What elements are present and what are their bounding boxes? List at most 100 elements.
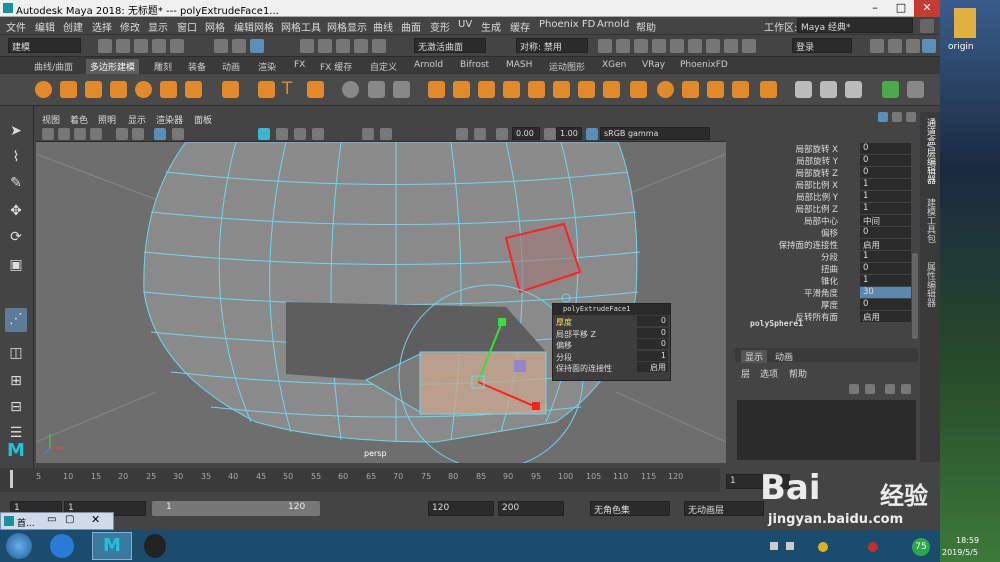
single-view-icon[interactable]: ◫ <box>5 342 27 364</box>
isolate-select-icon[interactable] <box>380 128 392 140</box>
bevel-icon[interactable] <box>553 81 570 98</box>
color-management-icon[interactable] <box>586 128 598 140</box>
menu-help[interactable]: 帮助 <box>636 19 656 34</box>
vp-menu-renderer[interactable]: 渲染器 <box>156 113 183 126</box>
current-time-marker[interactable] <box>10 470 13 488</box>
shelf-tab-vray[interactable]: VRay <box>638 59 669 71</box>
mirror-icon[interactable] <box>453 81 470 98</box>
minimize-button[interactable]: – <box>862 0 888 17</box>
select-tool-icon[interactable]: ➤ <box>5 120 27 142</box>
cb-value[interactable]: 1 <box>860 275 911 286</box>
cb-settings-icon[interactable] <box>892 112 902 122</box>
vp-menu-lighting[interactable]: 照明 <box>98 113 116 126</box>
super-shape-icon[interactable] <box>258 81 275 98</box>
four-view-icon[interactable]: ⊞ <box>5 370 27 392</box>
layer-tab-display[interactable]: 显示 <box>741 350 768 363</box>
xray-icon[interactable] <box>456 128 468 140</box>
soft-select-icon[interactable] <box>845 81 862 98</box>
hypershade-icon[interactable] <box>652 39 666 53</box>
undo-icon[interactable] <box>152 39 166 53</box>
channel-box-scrollbar[interactable] <box>912 253 918 339</box>
shaded-icon[interactable] <box>258 128 270 140</box>
move-tool-icon[interactable]: ✥ <box>5 200 27 222</box>
poly-disc-icon[interactable] <box>185 81 202 98</box>
shelf-tab-motion-graphics[interactable]: 运动图形 <box>545 59 589 74</box>
tray-icon[interactable] <box>868 542 878 552</box>
popup-close-button[interactable]: ✕ <box>91 513 100 526</box>
select-hierarchy-icon[interactable] <box>214 39 228 53</box>
manip-plane-handle[interactable] <box>514 360 526 372</box>
exposure-field[interactable]: 0.00 <box>512 127 540 140</box>
vp-menu-view[interactable]: 视图 <box>42 113 60 126</box>
gamma-icon[interactable] <box>544 128 556 140</box>
sculpt-icon[interactable] <box>820 81 837 98</box>
shelf-tab-sculpt[interactable]: 雕刻 <box>150 59 176 74</box>
merge-icon[interactable] <box>393 81 410 98</box>
cb-row[interactable]: 平滑角度 30 <box>728 287 918 299</box>
last-tool-icon[interactable]: ⋰ <box>5 308 27 332</box>
menu-deform[interactable]: 变形 <box>430 19 450 34</box>
attribute-editor-icon[interactable] <box>888 39 902 53</box>
quad-draw-icon[interactable] <box>707 81 724 98</box>
menu-file[interactable]: 文件 <box>6 19 26 34</box>
slide-edge-icon[interactable] <box>732 81 749 98</box>
vp-menu-show[interactable]: 显示 <box>128 113 146 126</box>
tray-badge[interactable]: 75 <box>912 538 930 556</box>
menuset-dropdown[interactable]: 建模 <box>8 38 81 53</box>
cb-row[interactable]: 分段 1 <box>728 251 918 263</box>
extrude-icon[interactable] <box>503 81 520 98</box>
vp-menu-shading[interactable]: 着色 <box>70 113 88 126</box>
menu-mesh[interactable]: 网格 <box>205 19 225 34</box>
popup-restore-button[interactable]: ▢ <box>65 514 74 525</box>
cb-value[interactable]: 30 <box>860 287 911 298</box>
folder-icon[interactable] <box>954 8 976 38</box>
bridge-icon[interactable] <box>528 81 545 98</box>
ipr-render-icon[interactable] <box>616 39 630 53</box>
channel-box-icon[interactable] <box>922 39 936 53</box>
cb-value[interactable]: 1 <box>860 203 911 214</box>
cb-row[interactable]: 局部旋转 Z 0 <box>728 167 918 179</box>
workspace-dropdown[interactable]: Maya 经典* <box>797 18 913 33</box>
fw-value[interactable]: 1 <box>637 350 668 361</box>
tray-icon[interactable] <box>818 542 828 552</box>
cb-row[interactable]: 厚度 0 <box>728 299 918 311</box>
select-component-icon[interactable] <box>250 39 264 53</box>
target-weld-icon[interactable] <box>657 81 674 98</box>
fill-hole-icon[interactable] <box>578 81 595 98</box>
time-slider[interactable]: 5 10 15 20 25 30 35 40 45 50 55 60 65 70… <box>0 468 720 492</box>
shelf-tab-animation[interactable]: 动画 <box>218 59 244 74</box>
shelf-tab-fx-cache[interactable]: FX 缓存 <box>316 59 356 74</box>
cb-row[interactable]: 局部比例 Y 1 <box>728 191 918 203</box>
render-settings-icon[interactable] <box>634 39 648 53</box>
poly-plane-icon[interactable] <box>160 81 177 98</box>
shelf-tab-xgen[interactable]: XGen <box>598 59 630 71</box>
range-slider[interactable]: 1 120 <box>152 501 320 516</box>
menu-cache[interactable]: 缓存 <box>510 19 530 34</box>
playback-end-field[interactable]: 120 <box>428 501 494 516</box>
symmetry-dropdown[interactable]: 对称: 禁用 <box>516 38 588 53</box>
extruded-face[interactable] <box>419 351 547 415</box>
cb-value[interactable]: 0 <box>860 299 911 310</box>
cb-value[interactable]: 0 <box>860 167 911 178</box>
smooth-icon[interactable] <box>428 81 445 98</box>
lock-icon[interactable] <box>920 19 934 33</box>
character-set-dropdown[interactable]: 无角色集 <box>590 501 670 516</box>
render-frame-icon[interactable] <box>598 39 612 53</box>
qq-taskbar-icon[interactable] <box>144 534 166 558</box>
popup-minimize-button[interactable]: ▭ <box>47 514 56 525</box>
menu-uv[interactable]: UV <box>458 19 472 30</box>
shelf-tab-fx[interactable]: FX <box>290 59 309 71</box>
side-tab-channel-box[interactable]: 通道盒/层编辑器 <box>924 118 937 184</box>
poly-type-icon[interactable]: T <box>282 81 299 98</box>
save-scene-icon[interactable] <box>134 39 148 53</box>
cb-value[interactable]: 1 <box>860 191 911 202</box>
tray-icon[interactable] <box>786 542 794 550</box>
cb-row[interactable]: 保持面的连接性 启用 <box>728 239 918 251</box>
shelf-tab-custom[interactable]: 自定义 <box>366 59 401 74</box>
maya-taskbar-icon[interactable]: M <box>92 532 132 560</box>
arnold-render-icon[interactable] <box>688 39 702 53</box>
cb-value[interactable]: 0 <box>860 227 911 238</box>
rotate-tool-icon[interactable]: ⟳ <box>5 226 27 248</box>
minimized-window-tab[interactable]: 首... ▭ ▢ ✕ <box>0 512 114 530</box>
ambient-occlusion-icon[interactable] <box>362 128 374 140</box>
